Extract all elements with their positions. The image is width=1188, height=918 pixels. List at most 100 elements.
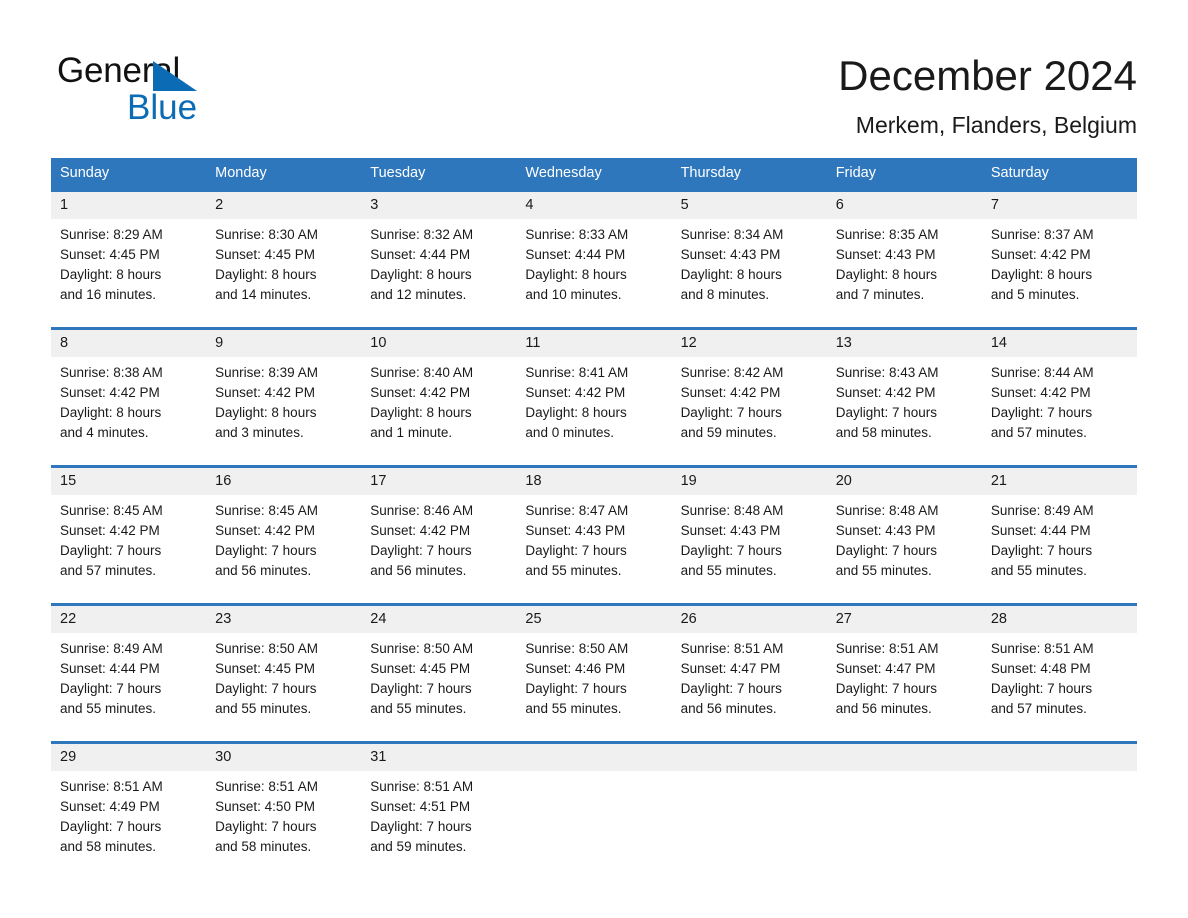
sunset-text: Sunset: 4:42 PM [215,523,315,538]
day-details: Sunrise: 8:43 AM Sunset: 4:42 PM Dayligh… [827,357,982,465]
sunrise-text: Sunrise: 8:37 AM [990,227,1094,242]
day-details: Sunrise: 8:33 AM Sunset: 4:44 PM Dayligh… [516,219,671,327]
day-number[interactable]: 29 [51,744,206,771]
sunrise-text: Sunrise: 8:39 AM [215,365,318,380]
weekday-header-thursday: Thursday [680,165,742,181]
day-number[interactable]: 11 [516,330,671,357]
sunset-text: Sunset: 4:42 PM [370,523,471,538]
page-subtitle: Merkem, Flanders, Belgium [855,112,1137,138]
day-details: Sunrise: 8:49 AM Sunset: 4:44 PM Dayligh… [982,495,1137,603]
daylight-text-line1: Daylight: 8 hours [370,405,472,420]
daylight-text-line1: Daylight: 7 hours [60,681,162,696]
generalblue-logo[interactable]: General Blue [57,51,277,127]
day-number[interactable]: 14 [982,330,1137,357]
daylight-text-line1: Daylight: 8 hours [680,267,782,282]
day-number[interactable]: 7 [982,192,1137,219]
day-number[interactable]: 8 [51,330,206,357]
day-number[interactable]: 30 [206,744,361,771]
day-number[interactable]: 5 [672,192,827,219]
day-number[interactable]: 16 [206,468,361,495]
sunset-text: Sunset: 4:42 PM [835,385,936,400]
weekday-header-friday: Friday [835,165,876,181]
day-details: Sunrise: 8:51 AM Sunset: 4:48 PM Dayligh… [982,633,1137,741]
day-number[interactable]: 6 [827,192,982,219]
day-number-empty [982,744,1137,771]
week-date-band: 1 2 3 4 5 6 7 [51,192,1137,219]
sunset-text: Sunset: 4:43 PM [835,523,936,538]
day-details: Sunrise: 8:48 AM Sunset: 4:43 PM Dayligh… [672,495,827,603]
day-number[interactable]: 1 [51,192,206,219]
day-details: Sunrise: 8:46 AM Sunset: 4:42 PM Dayligh… [361,495,516,603]
day-number[interactable]: 21 [982,468,1137,495]
weekday-header-tuesday: Tuesday [370,165,426,181]
logo-text-blue: Blue [127,88,198,127]
sunrise-text: Sunrise: 8:42 AM [680,365,784,380]
day-number[interactable]: 28 [982,606,1137,633]
day-number[interactable]: 31 [361,744,516,771]
day-number[interactable]: 22 [51,606,206,633]
day-details: Sunrise: 8:37 AM Sunset: 4:42 PM Dayligh… [982,219,1137,327]
day-number[interactable]: 18 [516,468,671,495]
day-number[interactable]: 26 [672,606,827,633]
weekday-header-wednesday: Wednesday [525,165,602,181]
sunrise-text: Sunrise: 8:47 AM [525,503,629,518]
weekday-header-row: Sunday Monday Tuesday Wednesday Thursday… [51,158,1137,189]
day-details: Sunrise: 8:48 AM Sunset: 4:43 PM Dayligh… [827,495,982,603]
sunset-text: Sunset: 4:47 PM [835,661,936,676]
daylight-text-line1: Daylight: 7 hours [835,405,938,420]
daylight-text-line1: Daylight: 7 hours [215,819,317,834]
week-date-band: 29 30 31 [51,744,1137,771]
calendar-week-row: 1 2 3 4 5 6 7 Sunrise: 8:29 AM Sunset: 4… [51,189,1137,327]
sunset-text: Sunset: 4:44 PM [990,523,1091,538]
calendar-week-row: 22 23 24 25 26 27 28 Sunrise: 8:49 AM Su… [51,603,1137,741]
day-number[interactable]: 17 [361,468,516,495]
day-details: Sunrise: 8:29 AM Sunset: 4:45 PM Dayligh… [51,219,206,327]
day-number[interactable]: 24 [361,606,516,633]
daylight-text-line1: Daylight: 8 hours [835,267,938,282]
daylight-text-line1: Daylight: 8 hours [215,267,317,282]
daylight-text-line1: Daylight: 7 hours [990,405,1093,420]
daylight-text-line2: and 55 minutes. [525,563,622,578]
day-number[interactable]: 27 [827,606,982,633]
calendar-page: General Blue December 2024 Merkem, Fland… [0,0,1188,918]
calendar-week-row: 29 30 31 Sunrise: 8:51 AM Sunset: 4:49 P… [51,741,1137,879]
calendar-grid: Sunday Monday Tuesday Wednesday Thursday… [51,158,1137,879]
day-number[interactable]: 25 [516,606,671,633]
day-number[interactable]: 4 [516,192,671,219]
daylight-text-line2: and 58 minutes. [215,839,312,854]
day-number[interactable]: 9 [206,330,361,357]
day-number[interactable]: 3 [361,192,516,219]
day-details: Sunrise: 8:40 AM Sunset: 4:42 PM Dayligh… [361,357,516,465]
daylight-text-line2: and 57 minutes. [990,701,1087,716]
sunset-text: Sunset: 4:42 PM [60,523,160,538]
sunrise-text: Sunrise: 8:51 AM [370,779,474,794]
sunrise-text: Sunrise: 8:45 AM [60,503,163,518]
daylight-text-line1: Daylight: 8 hours [525,267,627,282]
sunrise-text: Sunrise: 8:44 AM [990,365,1094,380]
day-number[interactable]: 10 [361,330,516,357]
day-number[interactable]: 15 [51,468,206,495]
daylight-text-line1: Daylight: 8 hours [370,267,472,282]
daylight-text-line2: and 3 minutes. [215,425,304,440]
day-number[interactable]: 23 [206,606,361,633]
sunset-text: Sunset: 4:48 PM [990,661,1091,676]
day-details: Sunrise: 8:51 AM Sunset: 4:47 PM Dayligh… [672,633,827,741]
day-details: Sunrise: 8:42 AM Sunset: 4:42 PM Dayligh… [672,357,827,465]
day-number[interactable]: 12 [672,330,827,357]
day-number[interactable]: 19 [672,468,827,495]
daylight-text-line1: Daylight: 7 hours [680,543,782,558]
sunrise-text: Sunrise: 8:51 AM [680,641,784,656]
daylight-text-line2: and 16 minutes. [60,287,157,302]
daylight-text-line2: and 7 minutes. [835,287,925,302]
day-number[interactable]: 2 [206,192,361,219]
daylight-text-line2: and 55 minutes. [835,563,932,578]
day-number[interactable]: 20 [827,468,982,495]
triangle-icon [153,61,197,91]
daylight-text-line1: Daylight: 8 hours [990,267,1093,282]
day-number[interactable]: 13 [827,330,982,357]
daylight-text-line1: Daylight: 8 hours [60,267,162,282]
sunrise-text: Sunrise: 8:50 AM [215,641,318,656]
day-details-empty [982,771,1137,879]
daylight-text-line1: Daylight: 7 hours [525,543,627,558]
sunset-text: Sunset: 4:45 PM [215,661,315,676]
